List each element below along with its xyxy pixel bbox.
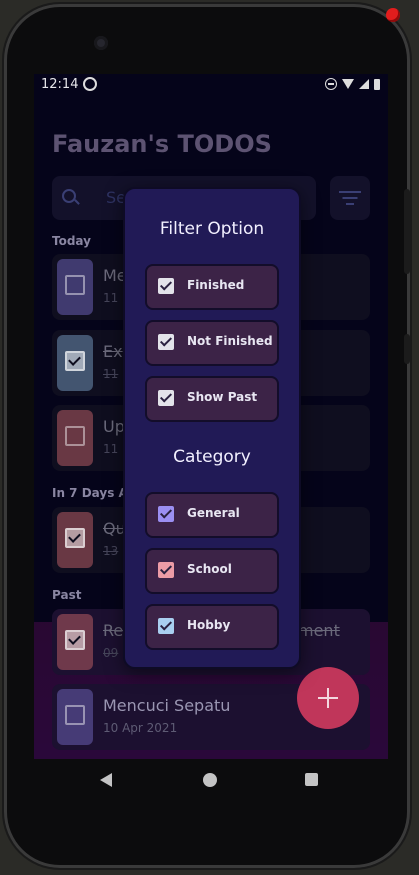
option-label: Not Finished xyxy=(187,334,273,348)
category-option-hobby[interactable]: Hobby xyxy=(145,604,279,650)
filter-option-show-past[interactable]: Show Past xyxy=(145,376,279,422)
todo-date: 11 xyxy=(103,442,119,456)
todo-checkbox[interactable] xyxy=(65,630,85,650)
emulator-close-icon[interactable] xyxy=(386,8,400,22)
signal-icon xyxy=(359,79,369,89)
recent-apps-icon[interactable] xyxy=(305,773,318,786)
checkbox-checked-icon[interactable] xyxy=(158,618,174,634)
todo-checkbox[interactable] xyxy=(65,351,85,371)
todo-checkbox[interactable] xyxy=(65,705,85,725)
search-icon xyxy=(62,189,76,203)
filter-icon-line xyxy=(342,197,358,199)
data-saver-icon xyxy=(83,77,97,91)
option-label: School xyxy=(187,562,232,576)
option-label: General xyxy=(187,506,240,520)
todo-date: 13 xyxy=(103,544,119,558)
page-title: Fauzan's TODOS xyxy=(52,130,272,158)
system-nav-bar xyxy=(34,760,388,800)
status-time: 12:14 xyxy=(41,77,79,92)
filter-icon xyxy=(339,191,361,193)
filter-dialog: Filter Option Finished Not Finished Show… xyxy=(123,187,301,669)
section-past: Past xyxy=(52,588,82,602)
checkbox-checked-icon[interactable] xyxy=(158,278,174,294)
option-label: Hobby xyxy=(187,618,231,632)
checkbox-checked-icon[interactable] xyxy=(158,390,174,406)
status-icons xyxy=(325,78,380,90)
section-next-7-days: In 7 Days Al xyxy=(52,486,132,500)
todo-title: Up xyxy=(103,417,125,436)
power-button xyxy=(404,189,410,274)
todo-checkbox[interactable] xyxy=(65,528,85,548)
checkbox-checked-icon[interactable] xyxy=(158,562,174,578)
back-icon[interactable] xyxy=(100,773,112,787)
todo-title: Mencuci Sepatu xyxy=(103,696,231,715)
filter-icon-line xyxy=(346,203,354,205)
battery-icon xyxy=(374,78,380,90)
todo-checkbox[interactable] xyxy=(65,275,85,295)
app-screen: 12:14 Fauzan's TODOS Se Today Me 11 Ex 1… xyxy=(34,74,388,759)
filter-option-not-finished[interactable]: Not Finished xyxy=(145,320,279,366)
todo-title-tail: ment xyxy=(298,621,340,640)
checkbox-checked-icon[interactable] xyxy=(158,334,174,350)
volume-button xyxy=(404,334,410,364)
todo-title: Re xyxy=(103,621,124,640)
todo-date: 09 xyxy=(103,646,119,660)
todo-date: 11 xyxy=(103,367,119,381)
filter-option-finished[interactable]: Finished xyxy=(145,264,279,310)
todo-date: 10 Apr 2021 xyxy=(103,721,178,735)
todo-checkbox[interactable] xyxy=(65,426,85,446)
category-option-general[interactable]: General xyxy=(145,492,279,538)
home-icon[interactable] xyxy=(203,773,217,787)
wifi-icon xyxy=(342,79,354,89)
add-todo-button[interactable] xyxy=(297,667,359,729)
status-bar: 12:14 xyxy=(34,74,388,96)
category-heading: Category xyxy=(173,447,251,467)
checkbox-checked-icon[interactable] xyxy=(158,506,174,522)
todo-title: Ex xyxy=(103,342,123,361)
todo-date: 11 xyxy=(103,291,119,305)
category-option-school[interactable]: School xyxy=(145,548,279,594)
option-label: Finished xyxy=(187,278,245,292)
option-label: Show Past xyxy=(187,390,258,404)
section-today: Today xyxy=(52,234,91,248)
front-camera xyxy=(94,36,108,50)
filter-button[interactable] xyxy=(330,176,370,220)
filter-heading: Filter Option xyxy=(159,219,265,239)
do-not-disturb-icon xyxy=(325,78,337,90)
